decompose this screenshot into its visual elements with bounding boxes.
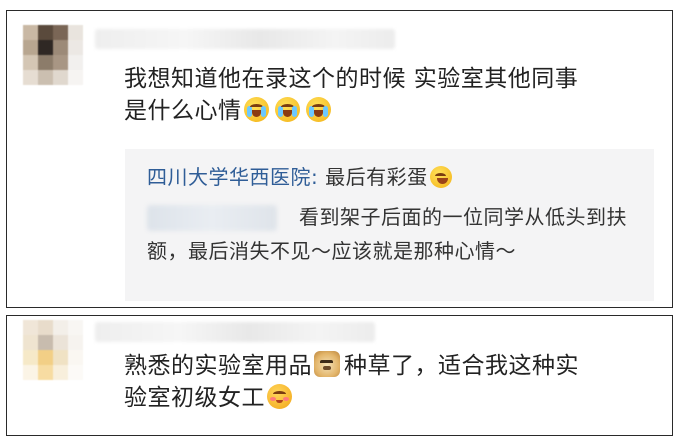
- comment-line-1: 我想知道他在录这个的时候 实验室其他同事: [124, 66, 579, 92]
- username-blurred[interactable]: [95, 29, 395, 49]
- comment-card-1: 我想知道他在录这个的时候 实验室其他同事 是什么心情 四川大学华西医院: 最后有彩…: [6, 10, 673, 308]
- crying-laughing-icon: [274, 97, 300, 122]
- crying-laughing-icon: [243, 97, 269, 122]
- avatar[interactable]: [23, 25, 83, 85]
- username-blurred[interactable]: [95, 322, 375, 342]
- reply-text: 最后有彩蛋: [325, 165, 428, 189]
- comment-line-2: 是什么心情: [124, 98, 242, 124]
- comment-text: 我想知道他在录这个的时候 实验室其他同事 是什么心情: [124, 63, 662, 127]
- reply-separator: :: [311, 165, 319, 189]
- reply-author-link[interactable]: 四川大学华西医院: [147, 165, 311, 189]
- avatar[interactable]: [23, 320, 83, 380]
- sub-reply-text: 看到架子后面的一位同学从低头到扶额，最后消失不见～应该就是那种心情～: [147, 205, 627, 263]
- crying-laughing-icon: [305, 97, 331, 122]
- comment-line-2: 验室初级女工: [124, 385, 265, 411]
- reply-box[interactable]: 四川大学华西医院: 最后有彩蛋 看到架子后面的一位同学从低头到扶额，最后消失不见…: [125, 149, 654, 301]
- official-reply: 四川大学华西医院: 最后有彩蛋: [147, 163, 456, 191]
- grinning-icon: [429, 166, 452, 188]
- doge-icon: [314, 351, 340, 377]
- comment-card-2: 熟悉的实验室用品 种草了，适合我这种实验室初级女工: [6, 315, 673, 436]
- comment-line-1a: 熟悉的实验室用品: [124, 353, 312, 379]
- comment-line-1b: 种草了，适合我这种实: [344, 353, 579, 379]
- comment-text: 熟悉的实验室用品 种草了，适合我这种实验室初级女工: [124, 350, 662, 414]
- blush-smile-icon: [267, 384, 292, 409]
